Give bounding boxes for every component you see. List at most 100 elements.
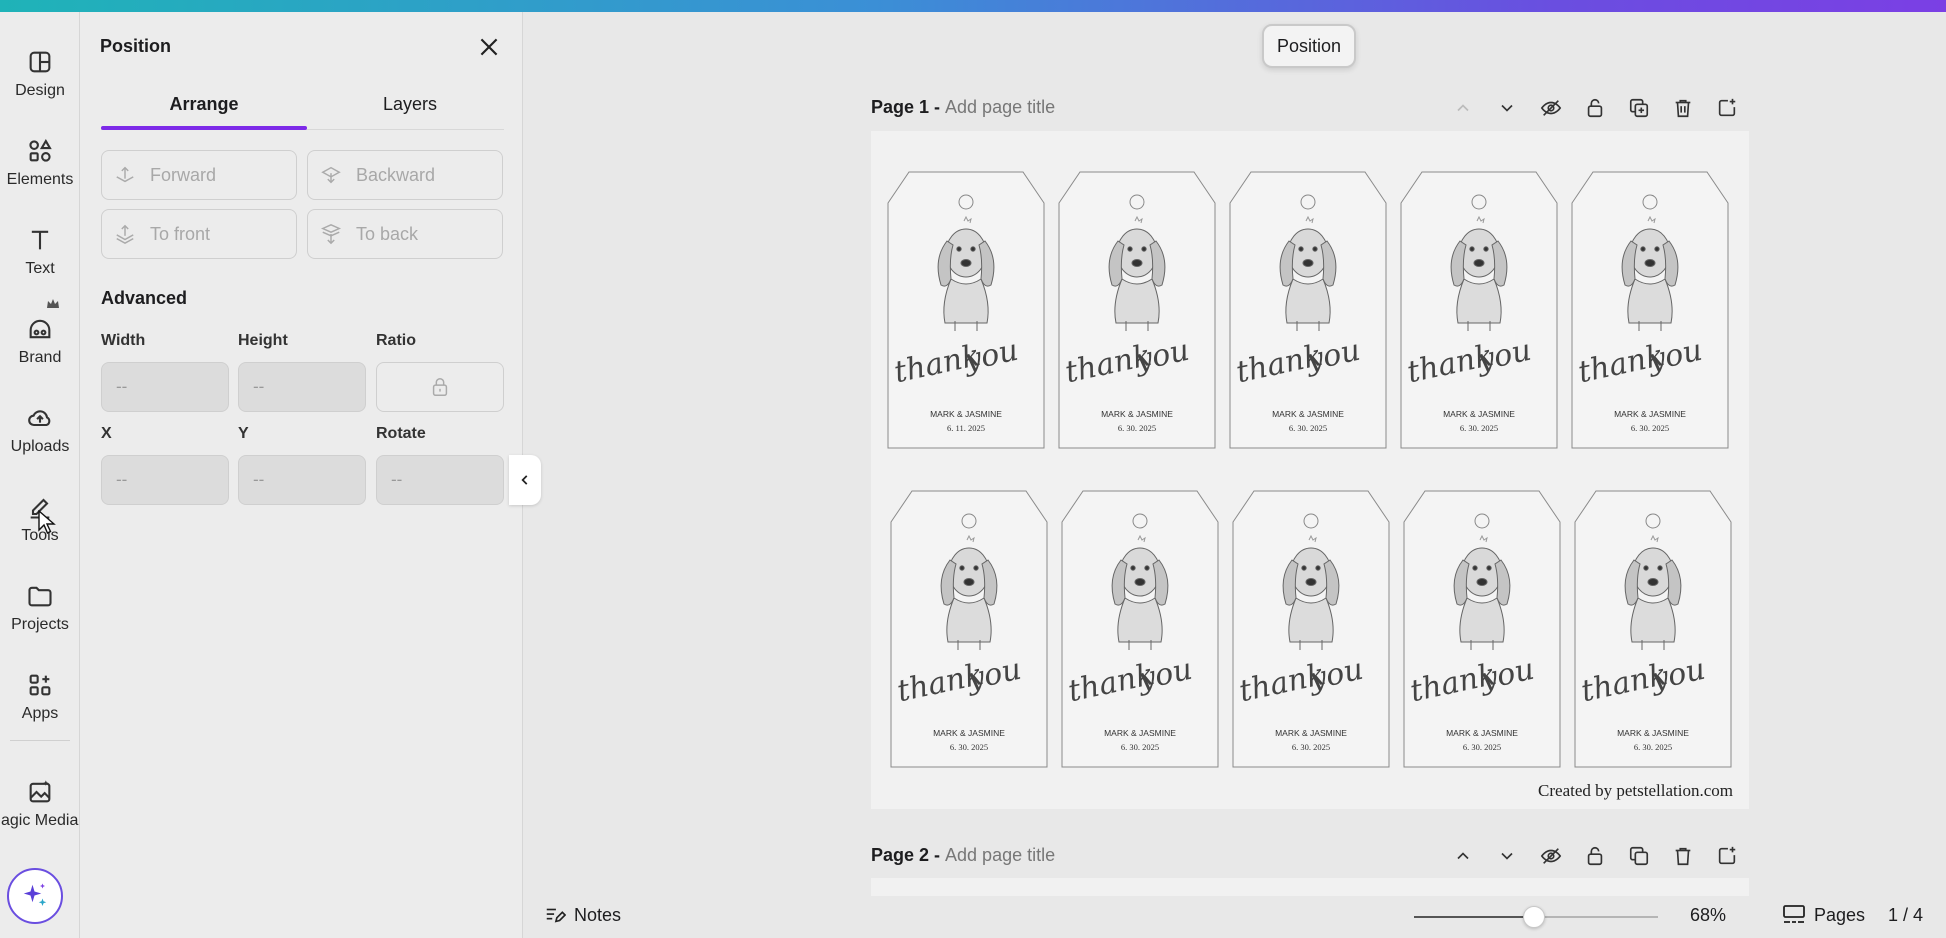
zoom-slider-fill xyxy=(1414,916,1534,918)
zoom-slider-handle[interactable] xyxy=(1522,906,1545,928)
rail-item-apps[interactable]: Apps xyxy=(0,653,80,733)
tag-date: 6. 30. 2025 xyxy=(1292,742,1330,752)
page2-header: Page 2 - Add page title xyxy=(871,845,1055,866)
move-up-icon[interactable] xyxy=(1448,93,1478,123)
close-icon[interactable] xyxy=(476,34,502,60)
position-button[interactable]: Position xyxy=(1262,24,1356,68)
tag-names: MARK & JASMINE xyxy=(1272,409,1344,419)
elements-icon xyxy=(29,138,52,162)
forward-icon xyxy=(116,166,134,183)
height-field[interactable]: -- xyxy=(238,362,366,412)
tag-names: MARK & JASMINE xyxy=(1104,728,1176,738)
thank-you-tag[interactable]: thankyouMARK & JASMINE6. 30. 2025 xyxy=(1571,171,1729,449)
zoom-slider[interactable] xyxy=(1414,906,1658,928)
magic-media-icon xyxy=(29,780,51,803)
magic-assistant-button[interactable] xyxy=(7,868,63,924)
pages-icon xyxy=(1783,905,1805,923)
notes-icon xyxy=(546,908,566,923)
brand-icon xyxy=(29,319,51,339)
page2-toolbar xyxy=(1448,841,1742,871)
notes-label: Notes xyxy=(574,904,622,925)
tab-arrange[interactable]: Arrange xyxy=(101,94,307,115)
page1-header: Page 1 - Add page title xyxy=(871,97,1055,118)
rail-item-projects[interactable]: Projects xyxy=(0,564,80,644)
delete-page-icon[interactable] xyxy=(1668,93,1698,123)
apps-icon xyxy=(29,674,51,696)
rail-item-design[interactable]: Design xyxy=(0,30,80,110)
x-field[interactable]: -- xyxy=(101,455,229,505)
thank-you-tag[interactable]: thankyouMARK & JASMINE6. 30. 2025 xyxy=(1403,490,1561,768)
hide-page-icon[interactable] xyxy=(1536,93,1566,123)
tag-date: 6. 11. 2025 xyxy=(947,423,985,433)
tag-date: 6. 30. 2025 xyxy=(1463,742,1501,752)
advanced-title: Advanced xyxy=(101,288,188,308)
page2-title-input[interactable]: Add page title xyxy=(945,845,1055,865)
add-page-icon[interactable] xyxy=(1712,841,1742,871)
rail-item-text[interactable]: Text xyxy=(0,208,80,288)
ratio-lock-button[interactable] xyxy=(376,362,504,412)
width-field[interactable]: -- xyxy=(101,362,229,412)
thank-you-tag[interactable]: thankyouMARK & JASMINE6. 30. 2025 xyxy=(1574,490,1732,768)
backward-icon xyxy=(321,166,341,184)
collapse-panel-button[interactable] xyxy=(509,455,541,505)
notes-button[interactable]: Notes xyxy=(544,904,621,926)
rail-label: Apps xyxy=(21,705,59,722)
y-field[interactable]: -- xyxy=(238,455,366,505)
add-page-icon[interactable] xyxy=(1712,93,1742,123)
rail-label: Design xyxy=(15,82,65,99)
pages-button[interactable]: Pages xyxy=(1782,904,1865,926)
active-tab-indicator xyxy=(101,126,307,130)
thank-you-tag[interactable]: thankyouMARK & JASMINE6. 30. 2025 xyxy=(890,490,1048,768)
thank-you-tag[interactable]: thankyouMARK & JASMINE6. 30. 2025 xyxy=(1061,490,1219,768)
rail-item-elements[interactable]: Elements xyxy=(0,119,80,199)
page1-label: Page 1 - xyxy=(871,97,946,117)
forward-button[interactable]: Forward xyxy=(101,150,297,200)
thank-you-tag[interactable]: thankyouMARK & JASMINE6. 30. 2025 xyxy=(1058,171,1216,449)
delete-page-icon[interactable] xyxy=(1668,841,1698,871)
move-up-icon[interactable] xyxy=(1448,841,1478,871)
to-front-button[interactable]: To front xyxy=(101,209,297,259)
to-back-label: To back xyxy=(356,223,419,244)
height-label: Height xyxy=(238,332,288,349)
top-gradient-bar xyxy=(0,0,1946,12)
rail-item-brand[interactable]: Brand xyxy=(0,297,80,377)
tag-names: MARK & JASMINE xyxy=(933,728,1005,738)
tag-names: MARK & JASMINE xyxy=(1617,728,1689,738)
page-count: 1 / 4 xyxy=(1888,905,1924,925)
rail-item-uploads[interactable]: Uploads xyxy=(0,386,80,466)
to-back-button[interactable]: To back xyxy=(307,209,503,259)
thank-you-tag[interactable]: thankyouMARK & JASMINE6. 30. 2025 xyxy=(1229,171,1387,449)
width-label: Width xyxy=(101,332,146,349)
hide-page-icon[interactable] xyxy=(1536,841,1566,871)
tag-names: MARK & JASMINE xyxy=(1446,728,1518,738)
uploads-icon xyxy=(28,410,51,427)
tag-date: 6. 30. 2025 xyxy=(1460,423,1498,433)
backward-button[interactable]: Backward xyxy=(307,150,503,200)
forward-label: Forward xyxy=(150,164,217,185)
thank-you-tag[interactable]: thankyouMARK & JASMINE6. 11. 2025 xyxy=(887,171,1045,449)
tag-date: 6. 30. 2025 xyxy=(1121,742,1159,752)
zoom-value[interactable]: 68% xyxy=(1690,905,1726,926)
duplicate-page-icon[interactable] xyxy=(1624,93,1654,123)
lock-icon xyxy=(432,378,448,396)
thank-you-tag[interactable]: thankyouMARK & JASMINE6. 30. 2025 xyxy=(1400,171,1558,449)
lock-page-icon[interactable] xyxy=(1580,93,1610,123)
page-1-canvas[interactable]: Created by petstellation.com thank you MAR… xyxy=(871,131,1749,809)
tab-layers[interactable]: Layers xyxy=(307,94,513,115)
move-down-icon[interactable] xyxy=(1492,93,1522,123)
page1-title-input[interactable]: Add page title xyxy=(945,97,1055,117)
to-back-icon xyxy=(320,224,342,245)
rail-label: Text xyxy=(25,260,55,277)
lock-page-icon[interactable] xyxy=(1580,841,1610,871)
pages-label: Pages xyxy=(1814,904,1866,925)
duplicate-page-icon[interactable] xyxy=(1624,841,1654,871)
move-down-icon[interactable] xyxy=(1492,841,1522,871)
position-panel: Position Arrange Layers Forward Backward… xyxy=(80,12,523,938)
text-icon xyxy=(31,230,49,250)
rail-item-magic-media[interactable]: Magic Media xyxy=(0,760,80,840)
ratio-label: Ratio xyxy=(376,332,416,349)
to-front-icon xyxy=(116,224,134,245)
rotate-field[interactable]: -- xyxy=(376,455,504,505)
tag-date: 6. 30. 2025 xyxy=(1634,742,1672,752)
thank-you-tag[interactable]: thankyouMARK & JASMINE6. 30. 2025 xyxy=(1232,490,1390,768)
